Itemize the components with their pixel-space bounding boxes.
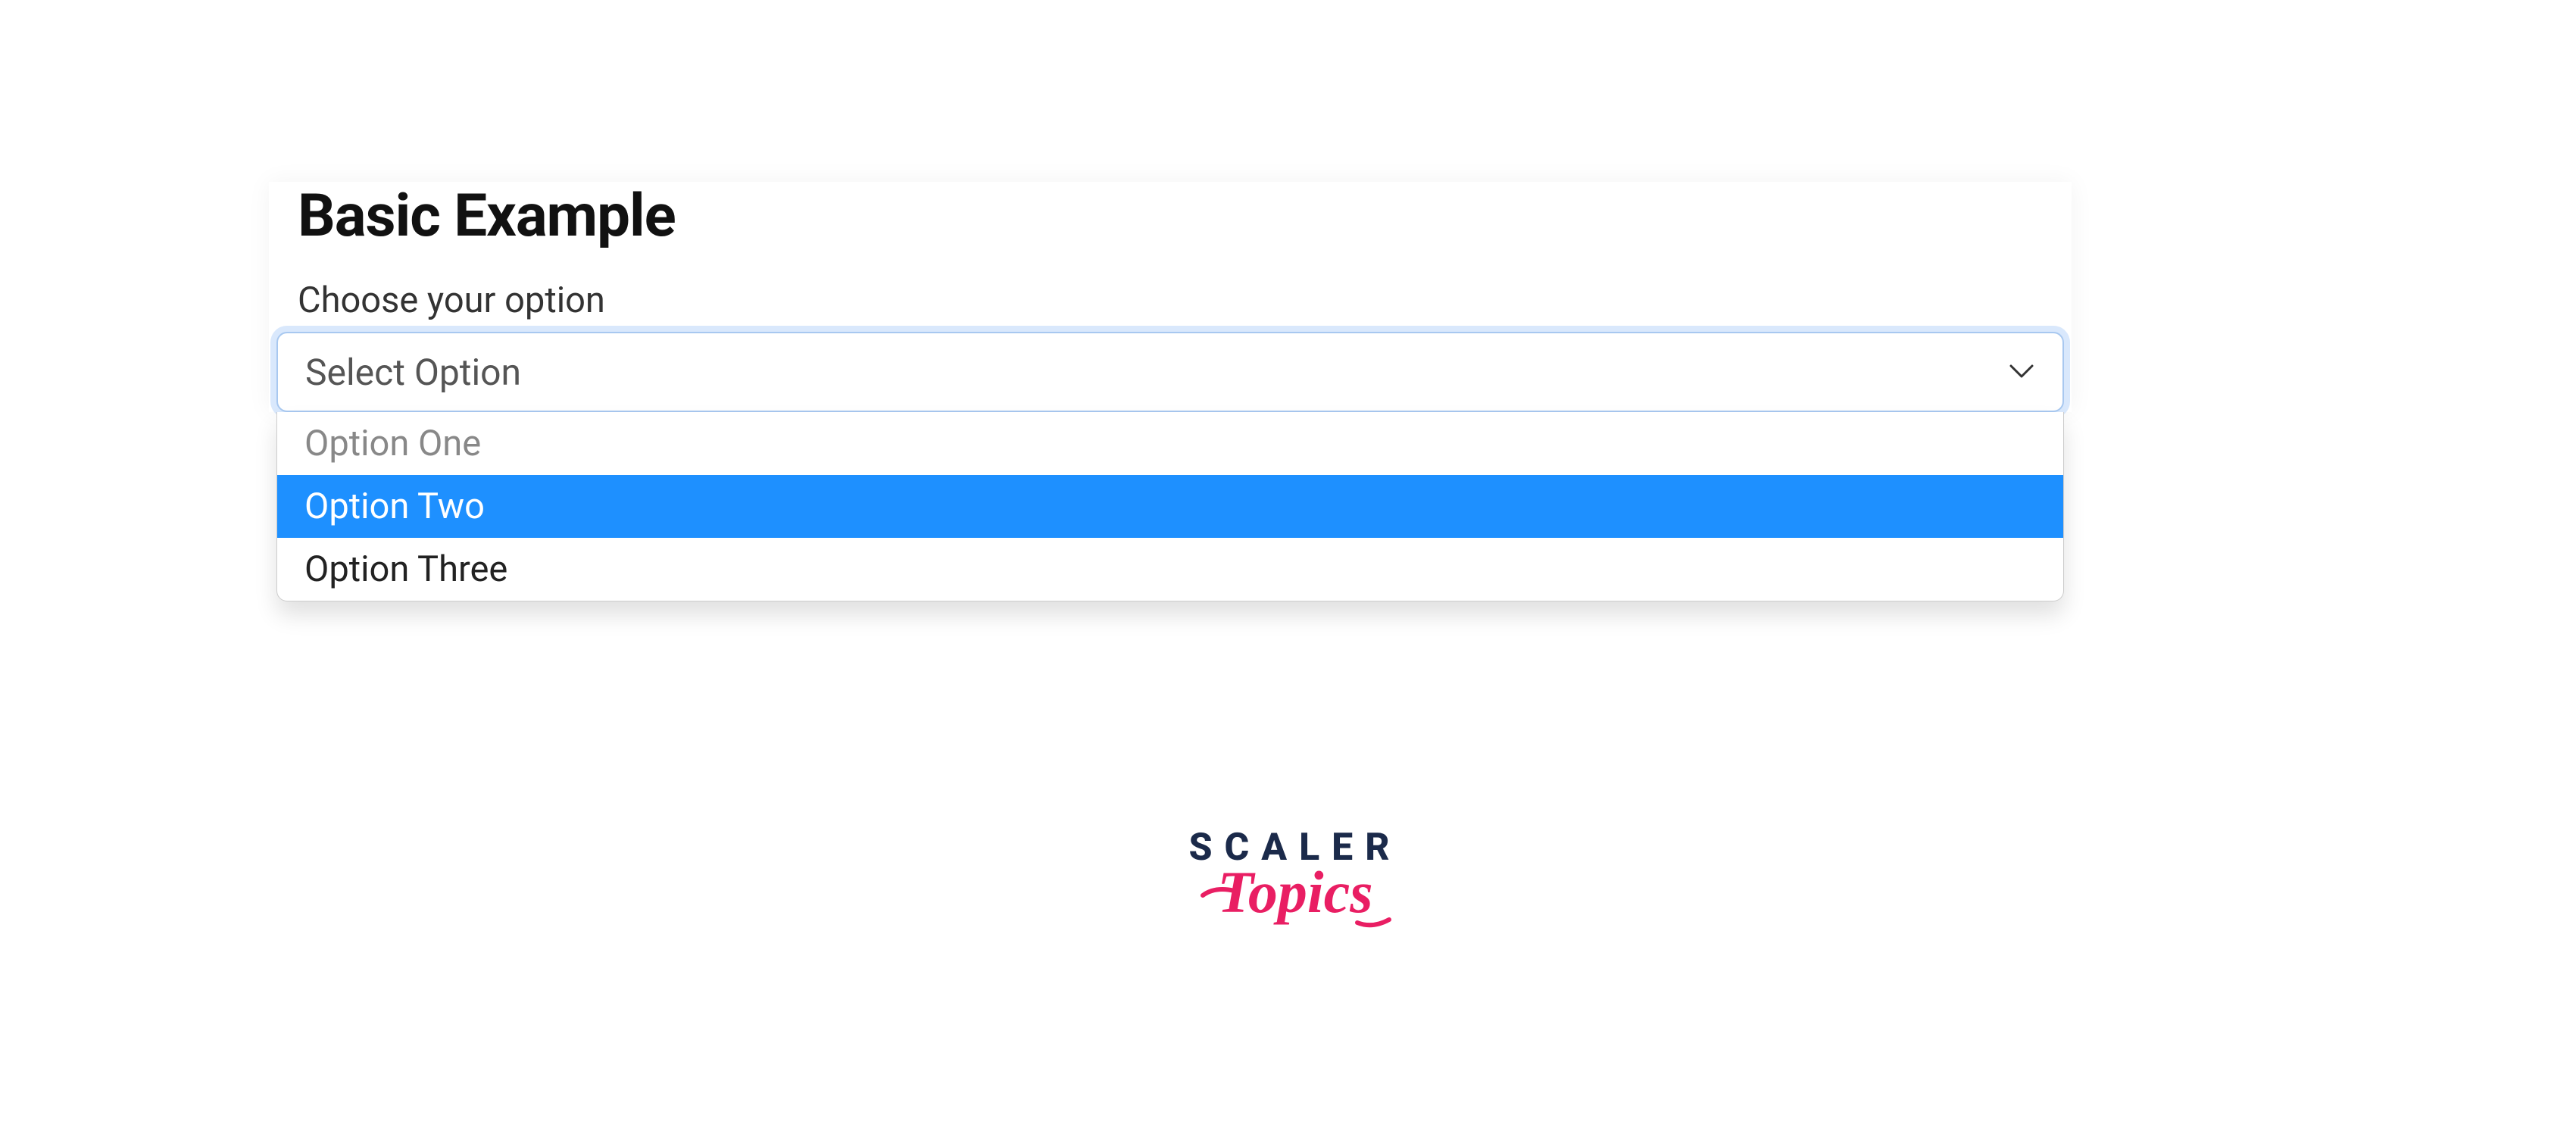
brand-logo: SCALER Topics xyxy=(1182,826,1409,945)
svg-text:Topics: Topics xyxy=(1217,859,1372,925)
select-wrapper: Select Option Option One Option Two Opti… xyxy=(276,332,2064,412)
dropdown-option-one[interactable]: Option One xyxy=(277,412,2063,475)
option-select[interactable]: Select Option xyxy=(276,332,2064,412)
dropdown-option-three[interactable]: Option Three xyxy=(277,538,2063,601)
dropdown-option-two[interactable]: Option Two xyxy=(277,475,2063,538)
select-placeholder: Select Option xyxy=(305,351,521,394)
example-card: Basic Example Choose your option Select … xyxy=(269,182,2072,412)
chevron-down-icon xyxy=(2008,358,2035,386)
dropdown-list: Option One Option Two Option Three xyxy=(276,412,2064,601)
brand-line2: Topics xyxy=(1182,859,1409,945)
select-label: Choose your option xyxy=(298,280,2072,321)
page-title: Basic Example xyxy=(298,182,2072,251)
